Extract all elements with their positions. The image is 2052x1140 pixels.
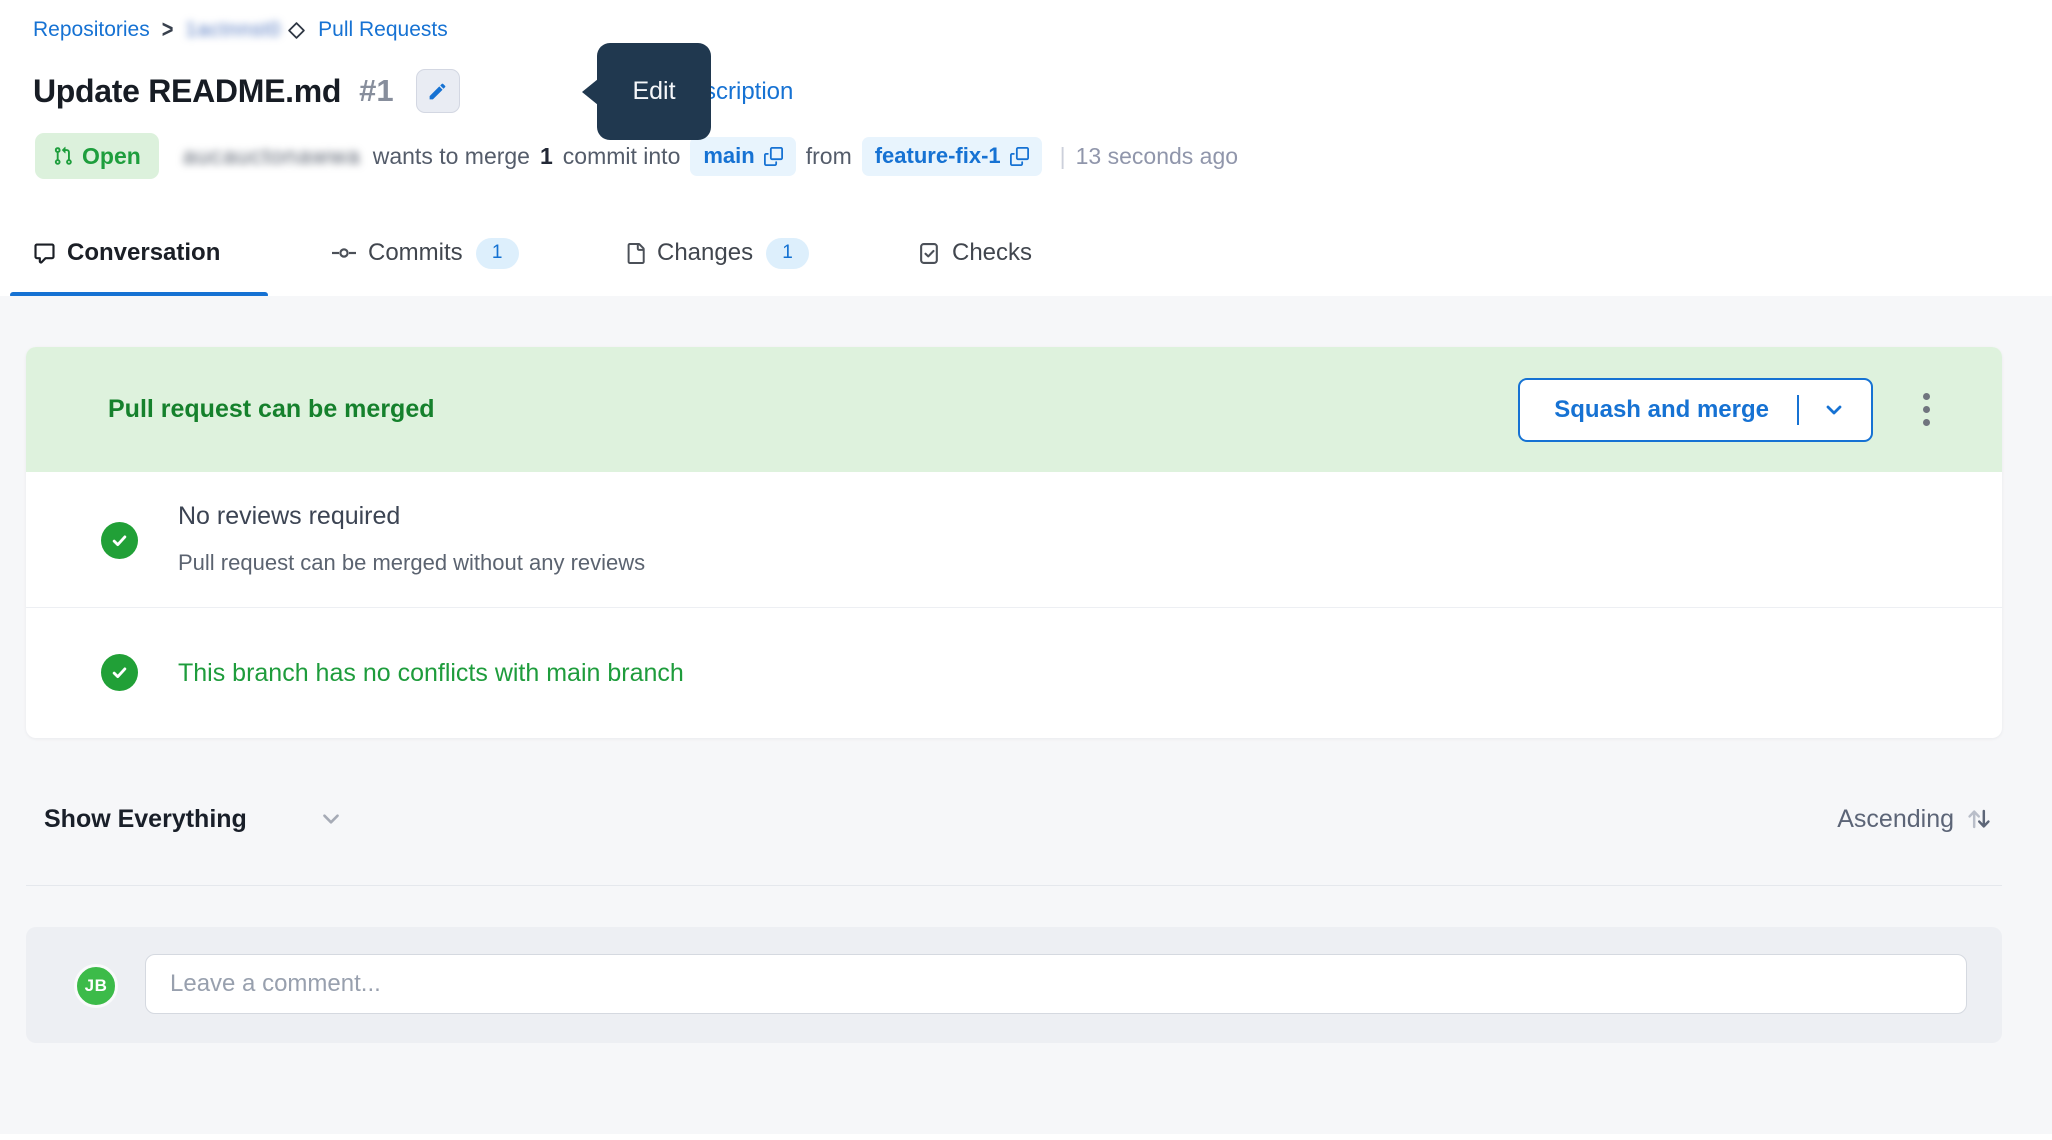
button-divider [1797, 395, 1799, 425]
edit-tooltip-label: Edit [632, 77, 675, 106]
commit-count: 1 [540, 143, 553, 170]
squash-and-merge-button[interactable]: Squash and merge [1518, 378, 1873, 442]
pr-number: #1 [359, 73, 393, 109]
pencil-icon [427, 81, 448, 102]
filter-label: Show Everything [44, 805, 247, 834]
commit-icon [331, 244, 357, 262]
head-branch-name: feature-fix-1 [875, 143, 1001, 169]
sort-arrows-icon [1964, 804, 1994, 834]
comment-box: JB [26, 927, 2002, 1043]
base-branch-badge[interactable]: main [690, 137, 795, 176]
conflict-check-row: This branch has no conflicts with main b… [26, 608, 2002, 738]
checklist-icon [918, 242, 941, 265]
status-badge: Open [35, 133, 159, 179]
status-badge-label: Open [82, 143, 141, 170]
pr-title: Update README.md [33, 73, 341, 110]
tab-label: Conversation [67, 239, 220, 267]
check-circle-icon [101, 522, 138, 559]
check-circle-icon [101, 654, 138, 691]
breadcrumb-pull-requests-link[interactable]: Pull Requests [318, 18, 448, 42]
chevron-down-icon [319, 807, 343, 831]
comment-input[interactable] [145, 954, 1967, 1014]
author-name-redacted: aucauctonawwa [183, 143, 361, 170]
timeline-divider [26, 885, 2002, 886]
avatar: JB [74, 964, 118, 1008]
merge-text-2: commit into [563, 143, 681, 170]
tab-label: Changes [657, 239, 753, 267]
created-timestamp: 13 seconds ago [1076, 143, 1238, 170]
review-check-title: No reviews required [178, 502, 400, 531]
pr-header: Update README.md #1 [33, 68, 460, 114]
merge-button-label: Squash and merge [1520, 396, 1769, 424]
pull-request-icon [53, 146, 73, 166]
pr-tabs-bar: Conversation Commits 1 Changes 1 Checks [0, 212, 2052, 298]
merge-text-from: from [806, 143, 852, 170]
meta-divider: | [1060, 143, 1066, 170]
edit-tooltip: Edit [597, 43, 711, 140]
timeline-filter-dropdown[interactable]: Show Everything [44, 795, 343, 843]
base-branch-name: main [703, 143, 754, 169]
copy-icon[interactable] [1010, 147, 1029, 166]
changes-count-badge: 1 [766, 238, 809, 269]
merge-more-options-kebab[interactable] [1917, 387, 1936, 432]
merge-banner: Pull request can be merged Squash and me… [26, 347, 2002, 472]
comment-bubble-icon [33, 242, 56, 265]
conflict-check-text: This branch has no conflicts with main b… [178, 659, 684, 688]
tab-checks[interactable]: Checks [918, 212, 1032, 294]
tab-conversation[interactable]: Conversation [33, 212, 220, 294]
sort-label: Ascending [1837, 805, 1954, 834]
tab-commits[interactable]: Commits 1 [331, 212, 519, 294]
copy-icon[interactable] [764, 147, 783, 166]
edit-title-button[interactable] [416, 69, 460, 113]
breadcrumb: Repositories > 1actnnst0 Pull Requests [33, 14, 448, 46]
review-check-row: No reviews required Pull request can be … [26, 472, 2002, 608]
head-branch-badge[interactable]: feature-fix-1 [862, 137, 1042, 176]
file-icon [625, 242, 646, 265]
merge-options-chevron-icon[interactable] [1823, 399, 1871, 421]
tab-label: Commits [368, 239, 463, 267]
breadcrumb-separator: > [162, 16, 174, 45]
merge-panel: Pull request can be merged Squash and me… [26, 347, 2002, 738]
merge-banner-title: Pull request can be merged [108, 395, 435, 424]
timeline-sort-toggle[interactable]: Ascending [1837, 795, 1994, 843]
tab-changes[interactable]: Changes 1 [625, 212, 809, 294]
breadcrumb-repo-link-redacted[interactable]: 1actnnst0 [185, 19, 281, 42]
edit-description-link-partial[interactable]: scription [704, 78, 793, 106]
review-check-subtitle: Pull request can be merged without any r… [178, 550, 645, 576]
repo-visibility-diamond-icon [287, 21, 306, 40]
breadcrumb-repositories-link[interactable]: Repositories [33, 18, 150, 42]
merge-text-1: wants to merge [373, 143, 530, 170]
commits-count-badge: 1 [476, 238, 519, 269]
tab-label: Checks [952, 239, 1032, 267]
